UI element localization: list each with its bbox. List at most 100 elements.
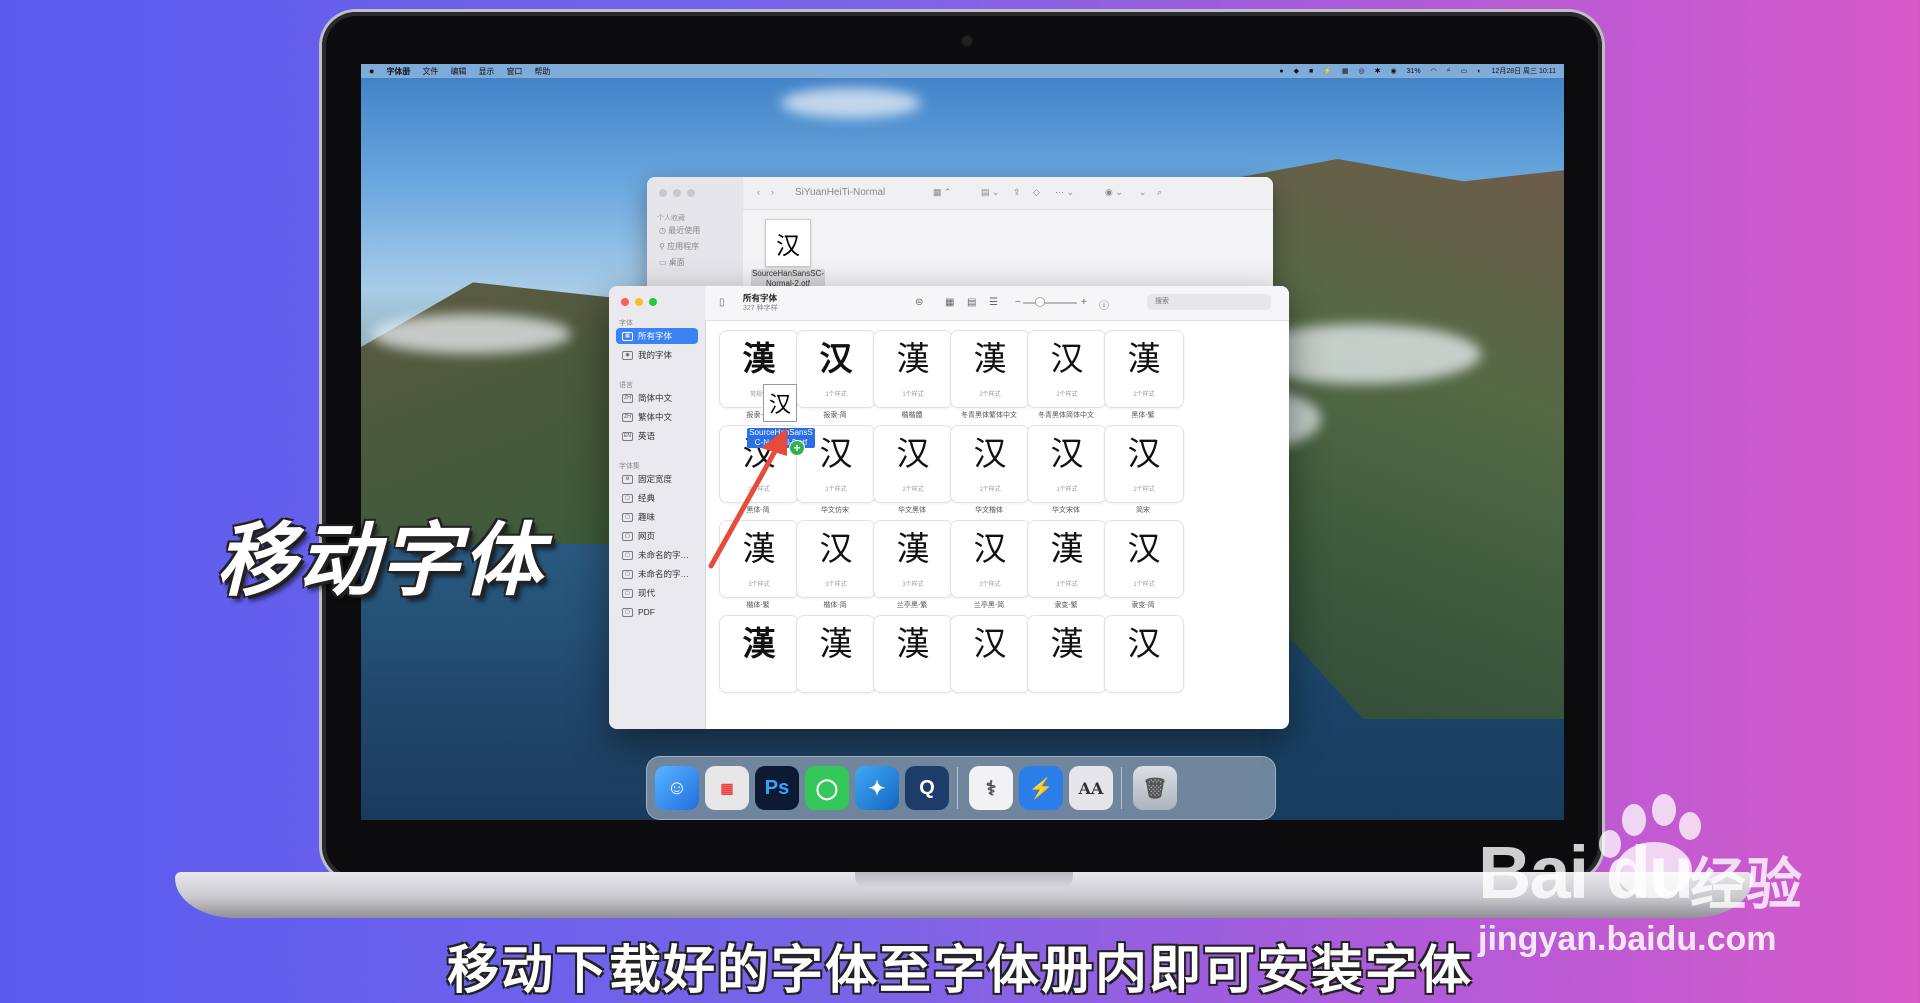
font-sample-glyph: 漢 bbox=[896, 529, 930, 568]
zoom-button[interactable] bbox=[687, 189, 695, 197]
menu-item-view[interactable]: 显示 bbox=[478, 66, 494, 77]
status-icon[interactable]: ◎ bbox=[1359, 67, 1365, 75]
font-tile[interactable]: 汉 1个样式 bbox=[796, 330, 876, 408]
apple-menu-icon[interactable]: ● bbox=[369, 66, 374, 76]
info-icon[interactable]: ⓘ bbox=[1099, 297, 1109, 312]
font-tile[interactable]: 汉 2个样式 bbox=[1027, 330, 1107, 408]
safari-app-icon[interactable]: ✦ bbox=[855, 766, 899, 810]
fontbook-app-icon[interactable]: AA bbox=[1069, 766, 1113, 810]
sidebar-item-recents[interactable]: ◷ 最近使用 bbox=[659, 225, 700, 236]
font-tile[interactable]: 漢 bbox=[796, 615, 876, 693]
search-input[interactable] bbox=[1147, 294, 1271, 310]
status-icon[interactable]: ● bbox=[1279, 68, 1283, 75]
messages-app-icon[interactable]: ◯ bbox=[805, 766, 849, 810]
shield-icon[interactable]: ◆ bbox=[1294, 67, 1299, 75]
trash-icon[interactable]: 🗑 bbox=[1133, 766, 1177, 810]
sidebar-item[interactable]: ▢ 经典 bbox=[616, 490, 698, 506]
font-tile[interactable]: 漢 3个样式 bbox=[873, 520, 953, 598]
status-icon[interactable]: ■ bbox=[1309, 68, 1313, 75]
search-icon[interactable]: ⌕ bbox=[1447, 67, 1451, 75]
font-tile[interactable]: 漢 bbox=[1027, 615, 1107, 693]
sidebar-item[interactable]: ▢ 趣味 bbox=[616, 509, 698, 525]
group-icon[interactable]: ▤ ⌄ bbox=[981, 187, 1000, 198]
wifi-icon[interactable]: ◠ bbox=[1431, 67, 1437, 75]
sidebar-item[interactable]: ⚙ 固定宽度 bbox=[616, 471, 698, 487]
menu-item-file[interactable]: 文件 bbox=[422, 66, 438, 77]
menu-item-help[interactable]: 帮助 bbox=[534, 66, 550, 77]
action-icon[interactable]: ◉ ⌄ bbox=[1105, 187, 1123, 198]
close-button[interactable] bbox=[621, 298, 629, 306]
user-icon[interactable]: ◉ bbox=[1391, 67, 1397, 75]
sidebar-item[interactable]: ◉ 我的字体 bbox=[616, 347, 698, 363]
sample-view-icon[interactable]: ▤ bbox=[967, 297, 976, 308]
control-center-icon[interactable]: ▭ bbox=[1461, 67, 1468, 75]
keyboard-icon[interactable]: ▦ bbox=[1342, 67, 1349, 75]
font-tile[interactable]: 汉 1个样式 bbox=[950, 425, 1030, 503]
font-tile[interactable]: 漢 2个样式 bbox=[1104, 330, 1184, 408]
back-icon[interactable]: ‹ bbox=[757, 187, 760, 197]
size-slider-knob[interactable] bbox=[1035, 297, 1045, 307]
grid-view-icon[interactable]: ▦ bbox=[945, 297, 954, 308]
size-slider-track[interactable] bbox=[1023, 302, 1077, 304]
collection-icon: ▢ bbox=[622, 569, 633, 579]
sidebar-item[interactable]: ▢ 现代 bbox=[616, 585, 698, 601]
font-tile[interactable]: 汉 2个样式 bbox=[873, 425, 953, 503]
menu-item-app[interactable]: 字体册 bbox=[386, 66, 410, 77]
quicktime-app-icon[interactable]: Q bbox=[905, 766, 949, 810]
battery-label[interactable]: 31% bbox=[1407, 68, 1421, 75]
menu-item-edit[interactable]: 编辑 bbox=[450, 66, 466, 77]
sidebar-item-desktop[interactable]: ▭ 桌面 bbox=[659, 257, 685, 268]
share-icon[interactable]: ⇪ bbox=[1013, 187, 1021, 198]
chevron-down-icon[interactable]: ⌄ bbox=[1139, 187, 1147, 198]
more-icon[interactable]: ⋯ ⌄ bbox=[1055, 187, 1074, 198]
minimize-button[interactable] bbox=[635, 298, 643, 306]
zoom-in-icon[interactable]: + bbox=[1081, 297, 1087, 308]
fontbook-window[interactable]: 字体 ▦ 所有字体 ◉ 我的字体 语言 ZH 简体中文 ZH 繁体中文 EN 英语 字体集 ⚙ 固定宽度 ▢ 经… bbox=[609, 286, 1289, 729]
font-tile[interactable]: 漢 bbox=[873, 615, 953, 693]
font-style-count: 2个样式 bbox=[979, 392, 1001, 398]
preview-app-icon[interactable]: ⚕ bbox=[969, 766, 1013, 810]
font-tile[interactable]: 汉 1个样式 bbox=[1027, 425, 1107, 503]
menu-item-window[interactable]: 窗口 bbox=[506, 66, 522, 77]
siri-icon[interactable]: ◐ bbox=[1477, 68, 1481, 75]
font-file-icon[interactable]: 汉 bbox=[765, 219, 811, 267]
forward-icon[interactable]: › bbox=[771, 187, 774, 197]
font-tile[interactable]: 汉 bbox=[950, 615, 1030, 693]
sidebar-item[interactable]: ▢ 未命名的字… bbox=[616, 547, 698, 563]
launchpad-app-icon[interactable]: ▦ bbox=[705, 766, 749, 810]
font-tile[interactable]: 汉 3个样式 bbox=[796, 520, 876, 598]
zoom-out-icon[interactable]: − bbox=[1015, 297, 1021, 308]
view-grid-icon[interactable]: ▦ ⌃ bbox=[933, 187, 952, 198]
finder-app-icon[interactable]: ☺ bbox=[655, 766, 699, 810]
sidebar-item-applications[interactable]: ⚲ 应用程序 bbox=[659, 241, 699, 252]
bluetooth-icon[interactable]: ✱ bbox=[1375, 67, 1381, 75]
minimize-button[interactable] bbox=[673, 189, 681, 197]
clock[interactable]: 12月28日 周三 10:11 bbox=[1492, 66, 1556, 76]
font-tile[interactable]: 汉 2个样式 bbox=[1104, 425, 1184, 503]
bolt-icon[interactable]: ⚡ bbox=[1323, 67, 1332, 75]
sidebar-item[interactable]: ▢ PDF bbox=[616, 604, 698, 620]
sidebar-item[interactable]: EN 英语 bbox=[616, 428, 698, 444]
font-tile[interactable]: 漢 1个样式 bbox=[1027, 520, 1107, 598]
font-tile[interactable]: 漢 2个样式 bbox=[950, 330, 1030, 408]
font-tile[interactable]: 汉 bbox=[1104, 615, 1184, 693]
sidebar-item[interactable]: ▢ 未命名的字… bbox=[616, 566, 698, 582]
sidebar-item[interactable]: ▦ 所有字体 bbox=[616, 328, 698, 344]
sidebar-toggle-icon[interactable]: ▯ bbox=[719, 297, 725, 308]
info-circle-icon[interactable]: ⊜ bbox=[915, 297, 923, 308]
zoom-button[interactable] bbox=[649, 298, 657, 306]
close-button[interactable] bbox=[659, 189, 667, 197]
font-tile[interactable]: 漢 bbox=[719, 615, 799, 693]
tag-icon[interactable]: ◇ bbox=[1033, 187, 1040, 198]
sidebar-item[interactable]: ZH 繁体中文 bbox=[616, 409, 698, 425]
font-tile[interactable]: 汉 1个样式 bbox=[1104, 520, 1184, 598]
list-view-icon[interactable]: ☰ bbox=[989, 297, 998, 308]
font-tile[interactable]: 汉 3个样式 bbox=[950, 520, 1030, 598]
font-tile[interactable]: 漢 1个样式 bbox=[873, 330, 953, 408]
sidebar-item[interactable]: ▢ 网页 bbox=[616, 528, 698, 544]
font-tile[interactable]: 漢 3个样式 bbox=[719, 520, 799, 598]
photoshop-app-icon[interactable]: Ps bbox=[755, 766, 799, 810]
xcode-app-icon[interactable]: ⚡ bbox=[1019, 766, 1063, 810]
search-icon[interactable]: ⌕ bbox=[1157, 187, 1162, 198]
sidebar-item[interactable]: ZH 简体中文 bbox=[616, 390, 698, 406]
